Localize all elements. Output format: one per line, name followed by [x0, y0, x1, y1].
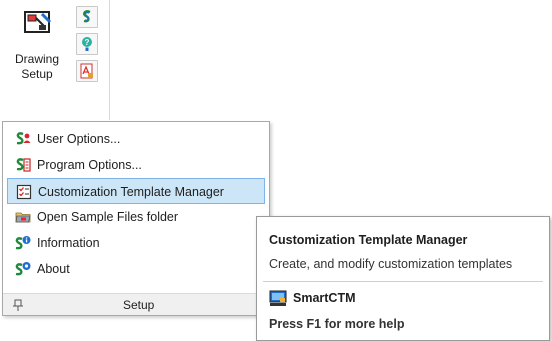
- smart-s-icon: [82, 10, 91, 23]
- drawing-setup-icon: [24, 11, 52, 33]
- user-options-icon: [16, 132, 31, 145]
- help-icon: ?: [82, 37, 92, 51]
- folder-icon: [15, 212, 31, 223]
- smart-options-button[interactable]: [76, 6, 98, 28]
- about-icon: [15, 262, 31, 276]
- menu-item-program-options[interactable]: Program Options...: [7, 152, 265, 178]
- tooltip-description: Create, and modify customization templat…: [269, 257, 513, 271]
- pdf-button[interactable]: [76, 60, 98, 82]
- menu-item-label: About: [37, 262, 70, 276]
- menu-item-user-options[interactable]: User Options...: [7, 126, 265, 152]
- menu-item-about[interactable]: About: [7, 256, 265, 282]
- menu-item-label: User Options...: [37, 132, 121, 146]
- drawing-setup-label-line1: Drawing: [14, 52, 59, 66]
- drawing-setup-button[interactable]: Drawing Setup: [6, 4, 68, 90]
- pdf-document-icon: [80, 63, 93, 79]
- menu-item-label: Program Options...: [37, 158, 142, 172]
- tooltip: Customization Template Manager Create, a…: [256, 216, 550, 341]
- information-icon: [15, 236, 31, 250]
- menu-item-information[interactable]: Information: [7, 230, 265, 256]
- tooltip-command-name: SmartCTM: [293, 291, 356, 305]
- menu-item-label: Customization Template Manager: [38, 185, 224, 199]
- menu-item-label: Open Sample Files folder: [37, 210, 179, 224]
- svg-text:?: ?: [85, 38, 90, 47]
- smartctm-icon: [269, 290, 287, 306]
- tooltip-title: Customization Template Manager: [269, 233, 468, 247]
- menu-item-label: Information: [37, 236, 100, 250]
- help-button[interactable]: ?: [76, 33, 98, 55]
- ribbon-divider: [109, 0, 110, 120]
- template-manager-icon: [16, 184, 32, 200]
- drawing-setup-label-line2: Setup: [21, 67, 53, 81]
- tooltip-help-text: Press F1 for more help: [269, 317, 405, 331]
- program-options-icon: [16, 158, 31, 172]
- setup-dropdown-menu: User Options... Program Options... Custo…: [2, 121, 270, 316]
- ribbon-panel: Drawing Setup ?: [0, 0, 112, 121]
- menu-footer: Setup: [3, 293, 269, 315]
- pin-icon[interactable]: [11, 298, 25, 312]
- menu-footer-label: Setup: [123, 298, 155, 312]
- menu-item-customization-template-manager[interactable]: Customization Template Manager: [7, 178, 265, 204]
- menu-item-open-sample-files-folder[interactable]: Open Sample Files folder: [7, 204, 265, 230]
- tooltip-separator: [263, 281, 543, 282]
